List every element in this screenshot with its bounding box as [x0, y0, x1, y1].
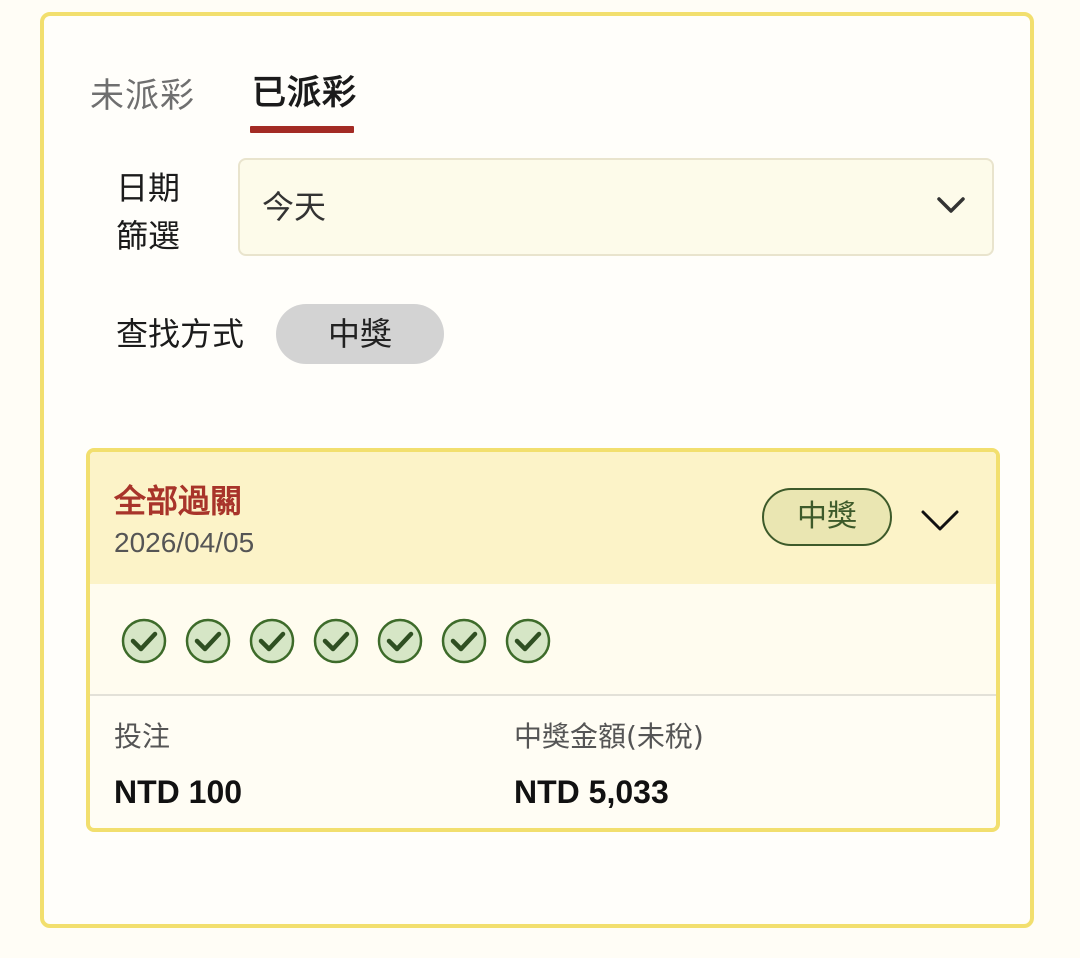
- chevron-down-icon[interactable]: [920, 508, 960, 534]
- date-filter-value: 今天: [262, 188, 327, 226]
- date-filter-label-line2: 篩選: [116, 217, 181, 255]
- date-filter-select[interactable]: 今天: [238, 158, 994, 256]
- check-circle-icon: [313, 618, 359, 664]
- tab-unsettled[interactable]: 未派彩: [90, 76, 195, 116]
- stake-label: 投注: [114, 720, 171, 753]
- tab-settled[interactable]: 已派彩: [252, 73, 357, 113]
- winnings-value: NTD 5,033: [514, 774, 669, 810]
- status-badge: 中獎: [762, 488, 892, 546]
- bet-history-panel: 未派彩 已派彩 日期 篩選 今天 查找方式 中獎 全部過關 2026/04/05…: [40, 12, 1034, 928]
- search-mode-chip[interactable]: 中獎: [276, 304, 444, 364]
- stake-value: NTD 100: [114, 774, 243, 810]
- bet-type-title: 全部過關: [114, 482, 243, 520]
- check-circle-icon: [121, 618, 167, 664]
- check-circle-icon: [249, 618, 295, 664]
- bet-date: 2026/04/05: [114, 527, 255, 558]
- date-filter-label-line1: 日期: [116, 169, 181, 207]
- check-circle-icon: [505, 618, 551, 664]
- active-tab-indicator: [250, 126, 354, 133]
- check-circle-icon: [441, 618, 487, 664]
- check-circle-icon: [185, 618, 231, 664]
- bet-card[interactable]: 全部過關 2026/04/05 中獎 投注 NTD 100 中獎金額(未稅) N…: [86, 448, 1000, 832]
- legs-result-row: [90, 584, 996, 696]
- winnings-label: 中獎金額(未稅): [514, 720, 704, 753]
- bet-card-header[interactable]: 全部過關 2026/04/05 中獎: [90, 452, 996, 584]
- bet-summary: 投注 NTD 100 中獎金額(未稅) NTD 5,033: [90, 696, 996, 828]
- date-filter-label: 日期 篩選: [116, 164, 196, 260]
- check-circle-icon: [377, 618, 423, 664]
- chevron-down-icon: [937, 197, 965, 213]
- search-mode-label: 查找方式: [116, 315, 245, 353]
